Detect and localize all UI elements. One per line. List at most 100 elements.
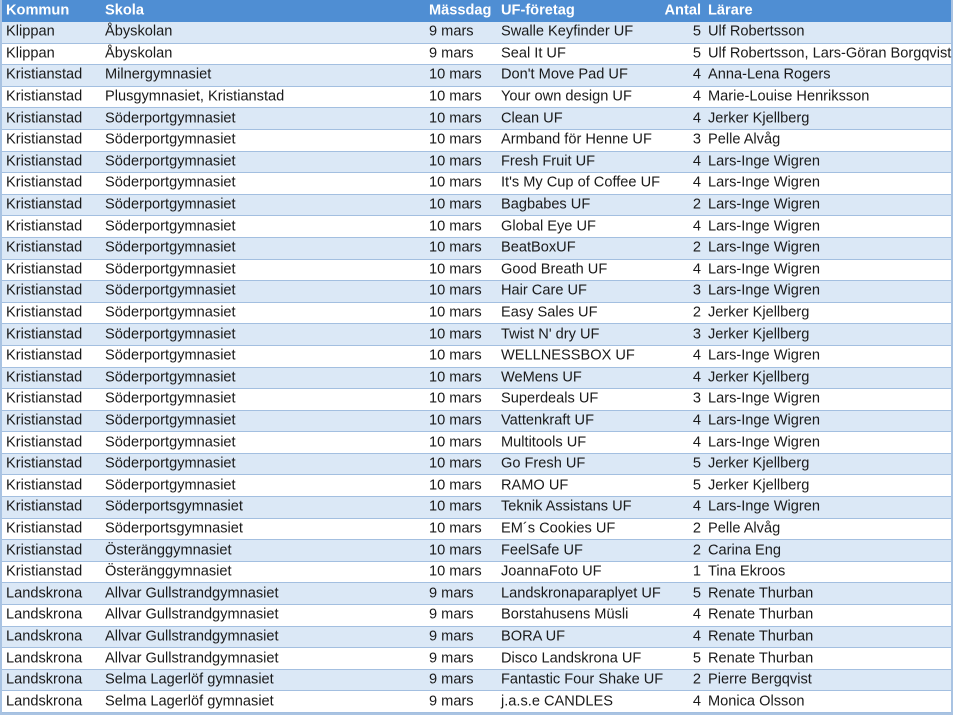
cell-skola: Söderportgymnasiet (105, 412, 236, 429)
cell-antal: 4 (692, 693, 701, 710)
cell-larare: Ulf Robertsson, Lars-Göran Borgqvist (708, 45, 952, 62)
cell-antal: 5 (692, 477, 701, 494)
cell-massdag: 10 mars (429, 110, 482, 127)
cell-uf-foretag: Teknik Assistans UF (501, 498, 632, 515)
cell-larare: Lars-Inge Wigren (708, 433, 820, 450)
cell-antal: 5 (692, 585, 701, 602)
cell-antal: 2 (692, 304, 701, 321)
cell-massdag: 10 mars (429, 239, 482, 256)
cell-larare: Jerker Kjellberg (708, 326, 810, 343)
cell-kommun: Kristianstad (6, 131, 83, 148)
cell-antal: 2 (692, 239, 701, 256)
cell-uf-foretag: Borstahusens Müsli (501, 606, 629, 623)
cell-antal: 5 (692, 45, 701, 62)
cell-larare: Lars-Inge Wigren (708, 498, 820, 515)
cell-kommun: Kristianstad (6, 110, 83, 127)
table-row: Kristianstad Söderportgymnasiet 10 mars Hai… (2, 281, 951, 303)
cell-skola: Söderportgymnasiet (105, 239, 236, 256)
cell-skola: Söderportgymnasiet (105, 153, 236, 170)
cell-uf-foretag: Global Eye UF (501, 218, 596, 235)
cell-larare: Lars-Inge Wigren (708, 390, 820, 407)
cell-uf-foretag: Vattenkraft UF (501, 412, 594, 429)
cell-kommun: Kristianstad (6, 261, 83, 278)
table-row: Kristianstad Söderportgymnasiet 10 mars Bea… (2, 237, 951, 260)
cell-kommun: Landskrona (6, 649, 83, 666)
cell-massdag: 10 mars (429, 498, 482, 515)
cell-larare: Jerker Kjellberg (708, 369, 810, 386)
cell-uf-foretag: WeMens UF (501, 369, 582, 386)
cell-massdag: 9 mars (429, 628, 474, 645)
cell-larare: Lars-Inge Wigren (708, 196, 820, 213)
cell-larare: Lars-Inge Wigren (708, 239, 820, 256)
cell-larare: Pelle Alvåg (708, 520, 781, 537)
header-kommun: Kommun (6, 1, 70, 18)
table-row: Kristianstad Söderportgymnasiet 10 mars It'… (2, 173, 951, 195)
cell-massdag: 10 mars (429, 304, 482, 321)
cell-antal: 3 (692, 390, 701, 407)
cell-uf-foretag: Superdeals UF (501, 390, 599, 407)
table-row: Kristianstad Söderportgymnasiet 10 mars RAM… (2, 475, 951, 498)
cell-skola: Söderportgymnasiet (105, 477, 236, 494)
cell-kommun: Kristianstad (6, 174, 83, 191)
cell-larare: Lars-Inge Wigren (708, 261, 820, 278)
table-row: Klippan Åbyskolan 9 mars Swalle Keyfinder U… (2, 22, 951, 44)
cell-kommun: Kristianstad (6, 477, 83, 494)
table-row: Kristianstad Söderportgymnasiet 10 mars Glo… (2, 216, 951, 238)
table-row: Kristianstad Söderportgymnasiet 10 mars Fre… (2, 151, 951, 174)
cell-massdag: 10 mars (429, 218, 482, 235)
table-row: Kristianstad Söderportgymnasiet 10 mars Go … (2, 453, 951, 476)
cell-uf-foretag: Good Breath UF (501, 261, 608, 278)
cell-larare: Renate Thurban (708, 649, 814, 666)
header-antal: Antal (664, 1, 701, 18)
cell-larare: Jerker Kjellberg (708, 477, 810, 494)
cell-larare: Pelle Alvåg (708, 131, 781, 148)
cell-antal: 2 (692, 541, 701, 558)
cell-kommun: Kristianstad (6, 541, 83, 558)
cell-kommun: Klippan (6, 45, 55, 62)
table-row: Kristianstad Söderportgymnasiet 10 mars Eas… (2, 302, 951, 325)
cell-antal: 5 (692, 455, 701, 472)
table-row: Kristianstad Söderportsgymnasiet 10 mars EM… (2, 518, 951, 541)
cell-larare: Lars-Inge Wigren (708, 153, 820, 170)
cell-antal: 5 (692, 649, 701, 666)
cell-antal: 4 (692, 66, 701, 83)
cell-massdag: 10 mars (429, 88, 482, 105)
table-row: Landskrona Selma Lagerlöf gymnasiet 9 mars… (2, 669, 951, 692)
table-row: Kristianstad Söderportgymnasiet 10 mars Sup… (2, 389, 951, 411)
cell-massdag: 9 mars (429, 585, 474, 602)
cell-larare: Jerker Kjellberg (708, 110, 810, 127)
cell-massdag: 10 mars (429, 412, 482, 429)
header-massdag: Mässdag (429, 1, 492, 18)
cell-massdag: 10 mars (429, 153, 482, 170)
table-row: Kristianstad Plusgymnasiet, Kristianstad 1… (2, 86, 951, 109)
cell-antal: 4 (692, 347, 701, 364)
cell-skola: Söderportsgymnasiet (105, 498, 243, 515)
cell-antal: 4 (692, 174, 701, 191)
cell-larare: Renate Thurban (708, 606, 814, 623)
cell-skola: Allvar Gullstrandgymnasiet (105, 628, 279, 645)
table-row: Landskrona Allvar Gullstrandgymnasiet 9 ma… (2, 626, 951, 649)
table-row: Kristianstad Söderportgymnasiet 10 mars Vat… (2, 410, 951, 433)
table-row: Kristianstad Söderportgymnasiet 10 mars Arm… (2, 129, 951, 152)
cell-skola: Österänggymnasiet (105, 541, 232, 558)
cell-antal: 2 (692, 196, 701, 213)
cell-uf-foretag: Fresh Fruit UF (501, 153, 596, 170)
cell-skola: Plusgymnasiet, Kristianstad (105, 88, 285, 105)
cell-larare: Lars-Inge Wigren (708, 174, 820, 191)
cell-skola: Söderportgymnasiet (105, 369, 236, 386)
cell-massdag: 10 mars (429, 282, 482, 299)
cell-massdag: 10 mars (429, 433, 482, 450)
cell-skola: Söderportgymnasiet (105, 433, 236, 450)
cell-skola: Söderportgymnasiet (105, 131, 236, 148)
header-skola: Skola (105, 1, 144, 18)
cell-massdag: 9 mars (429, 693, 474, 710)
table-row: Kristianstad Söderportgymnasiet 10 mars Goo… (2, 259, 951, 282)
cell-uf-foretag: RAMO UF (501, 477, 569, 494)
cell-uf-foretag: Your own design UF (501, 88, 632, 105)
cell-massdag: 10 mars (429, 326, 482, 343)
cell-uf-foretag: Bagbabes UF (501, 196, 591, 213)
cell-kommun: Kristianstad (6, 347, 83, 364)
cell-antal: 4 (692, 88, 701, 105)
table-row: Kristianstad Söderportgymnasiet 10 mars Mul… (2, 432, 951, 454)
cell-larare: Lars-Inge Wigren (708, 282, 820, 299)
